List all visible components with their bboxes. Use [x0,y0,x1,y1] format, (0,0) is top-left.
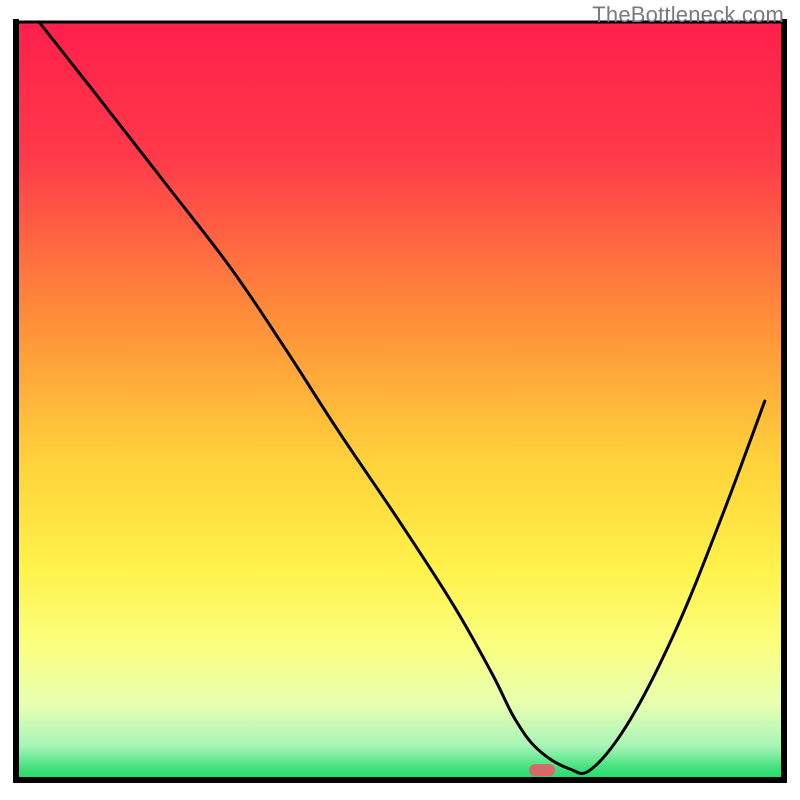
optimal-marker [529,764,555,776]
watermark-text: TheBottleneck.com [592,2,784,28]
bottleneck-chart [0,0,800,800]
chart-container: TheBottleneck.com [0,0,800,800]
gradient-background [16,22,784,780]
